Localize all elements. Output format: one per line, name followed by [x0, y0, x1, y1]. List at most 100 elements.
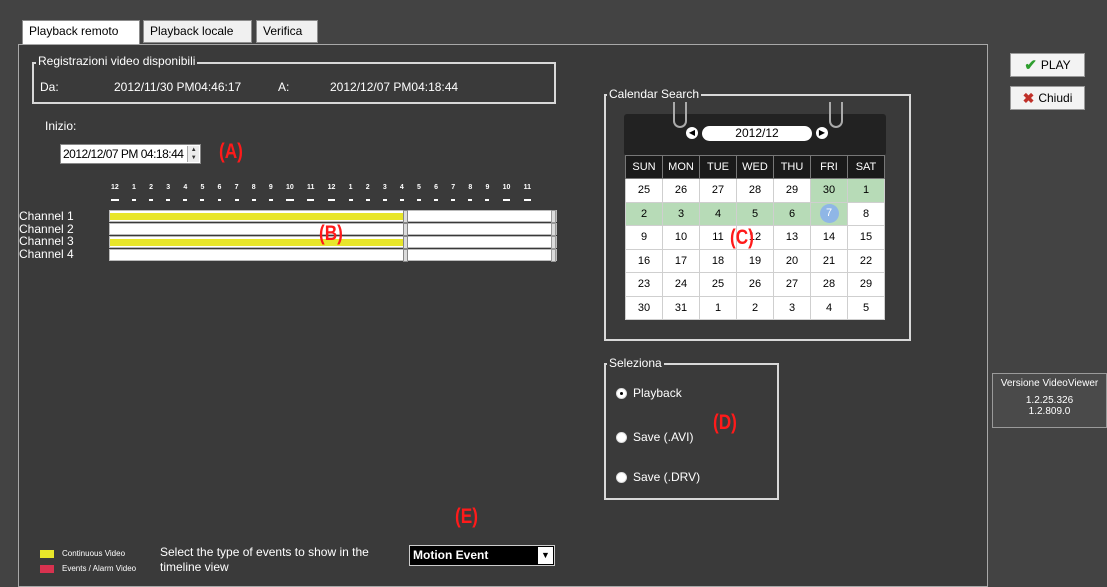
close-button-label: Chiudi: [1038, 91, 1073, 105]
calendar-day[interactable]: 14: [810, 225, 848, 250]
calendar-day[interactable]: 7: [810, 201, 848, 226]
version-line-1: 1.2.25.326: [1025, 395, 1074, 406]
calendar-day[interactable]: 5: [847, 295, 885, 320]
radio-save-avi-dot[interactable]: [616, 431, 627, 443]
calendar-day[interactable]: 25: [699, 272, 737, 297]
radio-playback-dot[interactable]: [616, 387, 627, 399]
tab-playback-locale[interactable]: Playback locale: [143, 20, 252, 43]
calendar-day[interactable]: 26: [736, 272, 774, 297]
channel-1-continuous-bar: [110, 213, 404, 220]
start-datetime-spinner[interactable]: ▲ ▼: [187, 146, 199, 162]
radio-save-avi[interactable]: Save (.AVI): [616, 430, 693, 444]
calendar-day[interactable]: 1: [847, 178, 885, 203]
calendar-day[interactable]: 15: [847, 225, 885, 250]
prev-month-icon[interactable]: ◀: [686, 127, 698, 139]
channel-1-end: [551, 210, 556, 223]
calendar-day[interactable]: 26: [662, 178, 700, 203]
timeline-hour-tick: 11: [306, 183, 315, 201]
calendar-selected-day: 7: [819, 204, 839, 224]
start-datetime-field[interactable]: 2012/12/07 PM 04:18:44 ▲ ▼: [60, 144, 201, 164]
play-button[interactable]: ✔ PLAY: [1010, 53, 1085, 77]
next-month-icon[interactable]: ▶: [816, 127, 828, 139]
calendar-day[interactable]: 4: [810, 295, 848, 320]
timeline: Channel 1 Channel 2 Channel 3 Channel 4: [19, 209, 579, 271]
tab-playback-remoto[interactable]: Playback remoto: [22, 20, 140, 45]
channel-2-end: [551, 223, 556, 236]
calendar-day[interactable]: 5: [736, 201, 774, 226]
radio-save-drv[interactable]: Save (.DRV): [616, 470, 700, 484]
calendar-day[interactable]: 25: [625, 178, 663, 203]
tab-verifica[interactable]: Verifica: [256, 20, 318, 43]
calendar-day[interactable]: 28: [736, 178, 774, 203]
select-group: Seleziona Playback Save (.AVI) Save (.DR…: [604, 356, 779, 500]
version-title: Versione VideoViewer: [1000, 378, 1099, 389]
calendar-day[interactable]: 10: [662, 225, 700, 250]
channel-3-continuous-bar: [110, 239, 404, 246]
calendar-day[interactable]: 13: [773, 225, 811, 250]
calendar-day[interactable]: 28: [810, 272, 848, 297]
calendar-week-row: 23 24 25 26 27 28 29: [625, 272, 885, 297]
marker-d: (D): [713, 411, 737, 434]
timeline-hour-tick: 1: [132, 183, 136, 201]
play-button-label: PLAY: [1040, 58, 1071, 72]
radio-playback[interactable]: Playback: [616, 386, 682, 400]
calendar-day[interactable]: 21: [810, 248, 848, 273]
event-type-select[interactable]: Motion Event ▼: [409, 545, 555, 566]
timeline-cursor[interactable]: [403, 210, 408, 223]
calendar-day[interactable]: 19: [736, 248, 774, 273]
main-panel: Registrazioni video disponibili Da: 2012…: [18, 44, 988, 587]
timeline-hours: 12 1 2 3 4 5 6 7 8 9 10 11 12 1 2 3 4 5 6 7 8 9 10 11: [111, 183, 531, 201]
timeline-hour-tick: 5: [417, 183, 421, 201]
legend-continuous-label: Continuous Video: [62, 549, 126, 558]
timeline-cursor[interactable]: [403, 249, 408, 262]
weekday-fri: FRI: [810, 155, 848, 179]
calendar-day[interactable]: 30: [810, 178, 848, 203]
calendar-day[interactable]: 22: [847, 248, 885, 273]
calendar-day[interactable]: 30: [625, 295, 663, 320]
calendar-day[interactable]: 2: [625, 201, 663, 226]
legend-events-swatch: [40, 565, 54, 573]
radio-save-avi-label: Save (.AVI): [633, 430, 694, 444]
select-group-title: Seleziona: [607, 356, 664, 370]
check-icon: ✔: [1024, 57, 1037, 74]
channel-4-track[interactable]: [109, 249, 557, 262]
weekday-mon: MON: [662, 155, 700, 179]
timeline-hour-tick: 3: [166, 183, 171, 201]
calendar-day[interactable]: 17: [662, 248, 700, 273]
calendar-day[interactable]: 29: [773, 178, 811, 203]
calendar-day[interactable]: 23: [625, 272, 663, 297]
timeline-hour-tick: 4: [183, 183, 188, 201]
calendar-day[interactable]: 18: [699, 248, 737, 273]
timeline-cursor[interactable]: [403, 223, 408, 236]
chevron-down-icon[interactable]: ▼: [538, 547, 553, 564]
calendar-day[interactable]: 31: [662, 295, 700, 320]
channel-1-track[interactable]: [109, 210, 557, 223]
calendar-day[interactable]: 27: [773, 272, 811, 297]
calendar-day[interactable]: 1: [699, 295, 737, 320]
marker-b: (B): [319, 222, 343, 245]
close-button[interactable]: ✖ Chiudi: [1010, 86, 1085, 110]
calendar-day[interactable]: 20: [773, 248, 811, 273]
calendar-day[interactable]: 24: [662, 272, 700, 297]
calendar-day[interactable]: 3: [662, 201, 700, 226]
calendar-day[interactable]: 9: [625, 225, 663, 250]
legend-events-label: Events / Alarm Video: [62, 564, 137, 573]
calendar-ring-left: [673, 102, 687, 128]
calendar-day[interactable]: 29: [847, 272, 885, 297]
calendar-day[interactable]: 16: [625, 248, 663, 273]
calendar-week-row: 16 17 18 19 20 21 22: [625, 248, 885, 273]
timeline-cursor[interactable]: [403, 236, 408, 249]
start-datetime-value: 2012/12/07 PM 04:18:44: [63, 147, 184, 161]
version-box: Versione VideoViewer 1.2.25.326 1.2.809.…: [992, 373, 1107, 428]
start-label: Inizio:: [45, 119, 77, 133]
calendar-day[interactable]: 6: [773, 201, 811, 226]
calendar-day[interactable]: 8: [847, 201, 885, 226]
timeline-hour-tick: 9: [485, 183, 490, 201]
calendar-day[interactable]: 4: [699, 201, 737, 226]
calendar-day[interactable]: 2: [736, 295, 774, 320]
channel-4-end: [551, 249, 556, 262]
calendar-day[interactable]: 27: [699, 178, 737, 203]
calendar-day[interactable]: 3: [773, 295, 811, 320]
radio-save-drv-dot[interactable]: [616, 471, 627, 483]
timeline-hour-tick: 6: [434, 183, 439, 201]
